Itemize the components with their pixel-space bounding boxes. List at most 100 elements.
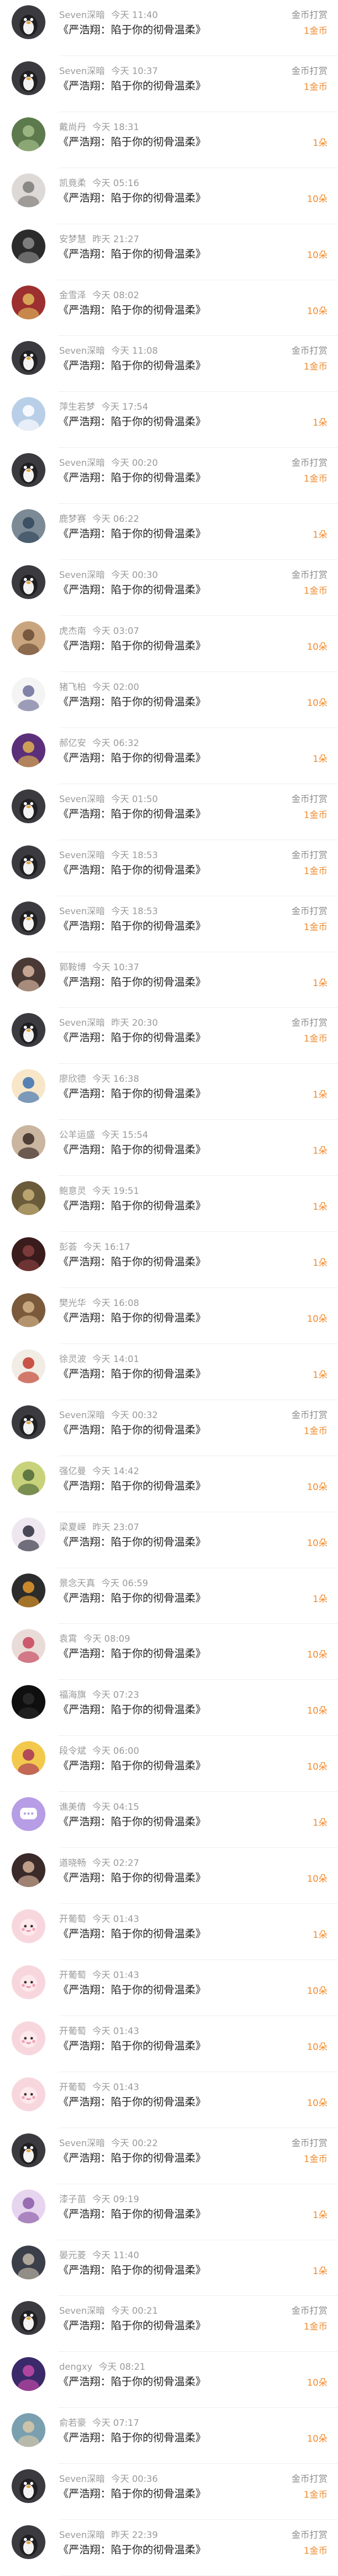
list-item[interactable]: Seven深暗 今天 11:40 《严浩翔：陷于你的彻骨温柔》 金币打赏 1金币 — [0, 0, 338, 56]
username[interactable]: 徐灵波 — [59, 1354, 86, 1365]
avatar[interactable] — [12, 1181, 45, 1216]
username[interactable]: 福海旗 — [59, 1690, 86, 1700]
avatar[interactable] — [12, 1349, 45, 1383]
username[interactable]: 公羊运盛 — [59, 1130, 95, 1140]
list-item[interactable]: 福海旗 今天 07:23 《严浩翔：陷于你的彻骨温柔》 10朵 — [0, 1680, 338, 1736]
username[interactable]: 猪飞柏 — [59, 682, 86, 693]
list-item[interactable]: 彭荟 今天 16:17 《严浩翔：陷于你的彻骨温柔》 1朵 — [0, 1232, 338, 1288]
username[interactable]: 谯美倩 — [59, 1802, 86, 1813]
username[interactable]: Seven深暗 — [59, 794, 105, 805]
avatar[interactable] — [12, 229, 45, 263]
list-item[interactable]: 鲍意灵 今天 19:51 《严浩翔：陷于你的彻骨温柔》 1朵 — [0, 1176, 338, 1232]
list-item[interactable]: Seven深暗 昨天 20:30 《严浩翔：陷于你的彻骨温柔》 金币打赏 1金币 — [0, 1008, 338, 1064]
avatar[interactable] — [12, 957, 45, 991]
list-item[interactable]: 开葡萄 今天 01:43 《严浩翔：陷于你的彻骨温柔》 10朵 — [0, 1960, 338, 2016]
avatar[interactable] — [12, 341, 45, 375]
username[interactable]: 晏元菱 — [59, 2250, 86, 2261]
username[interactable]: Seven深暗 — [59, 2306, 105, 2316]
list-item[interactable]: 廖欣德 今天 16:38 《严浩翔：陷于你的彻骨温柔》 1朵 — [0, 1064, 338, 1120]
list-item[interactable]: 安梦慧 昨天 21:27 《严浩翔：陷于你的彻骨温柔》 10朵 — [0, 224, 338, 280]
avatar[interactable] — [12, 1629, 45, 1663]
list-item[interactable]: Seven深暗 今天 01:50 《严浩翔：陷于你的彻骨温柔》 金币打赏 1金币 — [0, 784, 338, 840]
list-item[interactable]: Seven深暗 今天 00:32 《严浩翔：陷于你的彻骨温柔》 金币打赏 1金币 — [0, 1400, 338, 1456]
username[interactable]: 开葡萄 — [59, 2082, 86, 2093]
username[interactable]: 开葡萄 — [59, 2026, 86, 2037]
list-item[interactable]: 俞若豪 今天 07:17 《严浩翔：陷于你的彻骨温柔》 10朵 — [0, 2408, 338, 2464]
username[interactable]: 漆子苗 — [59, 2194, 86, 2205]
avatar[interactable] — [12, 1405, 45, 1439]
avatar[interactable] — [12, 565, 45, 600]
username[interactable]: 道晓畅 — [59, 1858, 86, 1869]
list-item[interactable]: 开葡萄 今天 01:43 《严浩翔：陷于你的彻骨温柔》 1朵 — [0, 1904, 338, 1960]
list-item[interactable]: Seven深暗 今天 00:22 《严浩翔：陷于你的彻骨温柔》 金币打赏 1金币 — [0, 2128, 338, 2184]
username[interactable]: Seven深暗 — [59, 10, 105, 21]
avatar[interactable] — [12, 1853, 45, 1888]
username[interactable]: 袁霄 — [59, 1634, 77, 1644]
list-item[interactable]: 段令斌 今天 06:00 《严浩翔：陷于你的彻骨温柔》 10朵 — [0, 1736, 338, 1792]
username[interactable]: 鹿梦赛 — [59, 514, 86, 525]
avatar[interactable] — [12, 901, 45, 935]
avatar[interactable] — [12, 1293, 45, 1327]
avatar[interactable] — [12, 397, 45, 431]
username[interactable]: 强亿曼 — [59, 1466, 86, 1477]
list-item[interactable]: 开葡萄 今天 01:43 《严浩翔：陷于你的彻骨温柔》 10朵 — [0, 2016, 338, 2072]
username[interactable]: 金雪泽 — [59, 290, 86, 301]
list-item[interactable]: 谯美倩 今天 04:15 《严浩翔：陷于你的彻骨温柔》 1朵 — [0, 1792, 338, 1848]
avatar[interactable] — [12, 621, 45, 656]
avatar[interactable] — [12, 2189, 45, 2223]
avatar[interactable] — [12, 2077, 45, 2111]
avatar[interactable] — [12, 1237, 45, 1272]
list-item[interactable]: 樊光华 今天 16:08 《严浩翔：陷于你的彻骨温柔》 10朵 — [0, 1288, 338, 1344]
avatar[interactable] — [12, 1069, 45, 1103]
username[interactable]: 虎杰南 — [59, 626, 86, 637]
username[interactable]: Seven深暗 — [59, 458, 105, 468]
username[interactable]: 彭荟 — [59, 1242, 77, 1253]
username[interactable]: 段令斌 — [59, 1746, 86, 1756]
username[interactable]: 廖欣德 — [59, 1074, 86, 1084]
avatar[interactable] — [12, 2469, 45, 2504]
list-item[interactable]: 晏元菱 今天 11:40 《严浩翔：陷于你的彻骨温柔》 1朵 — [0, 2240, 338, 2296]
username[interactable]: Seven深暗 — [59, 906, 105, 917]
avatar[interactable] — [12, 117, 45, 151]
avatar[interactable] — [12, 2413, 45, 2448]
list-item[interactable]: 公羊运盛 今天 15:54 《严浩翔：陷于你的彻骨温柔》 1朵 — [0, 1120, 338, 1176]
avatar[interactable] — [12, 1797, 45, 1832]
list-item[interactable]: 萍生若梦 今天 17:54 《严浩翔：陷于你的彻骨温柔》 1朵 — [0, 392, 338, 448]
username[interactable]: 萍生若梦 — [59, 402, 95, 412]
list-item[interactable]: 景念天真 今天 06:59 《严浩翔：陷于你的彻骨温柔》 1朵 — [0, 1568, 338, 1624]
username[interactable]: Seven深暗 — [59, 2474, 105, 2485]
username[interactable]: 梁夏嵘 — [59, 1522, 86, 1533]
list-item[interactable]: 漆子苗 今天 09:19 《严浩翔：陷于你的彻骨温柔》 1朵 — [0, 2184, 338, 2240]
list-item[interactable]: 袁霄 今天 08:09 《严浩翔：陷于你的彻骨温柔》 10朵 — [0, 1624, 338, 1680]
list-item[interactable]: 徐灵波 今天 14:01 《严浩翔：陷于你的彻骨温柔》 1朵 — [0, 1344, 338, 1400]
list-item[interactable]: 鹿梦赛 今天 06:22 《严浩翔：陷于你的彻骨温柔》 1朵 — [0, 504, 338, 560]
list-item[interactable]: 虎杰南 今天 03:07 《严浩翔：陷于你的彻骨温柔》 10朵 — [0, 616, 338, 672]
list-item[interactable]: Seven深暗 今天 00:20 《严浩翔：陷于你的彻骨温柔》 金币打赏 1金币 — [0, 448, 338, 504]
avatar[interactable] — [12, 2245, 45, 2279]
avatar[interactable] — [12, 1685, 45, 1719]
avatar[interactable] — [12, 845, 45, 879]
list-item[interactable]: 戴尚丹 今天 18:31 《严浩翔：陷于你的彻骨温柔》 1朵 — [0, 112, 338, 168]
avatar[interactable] — [12, 285, 45, 319]
username[interactable]: Seven深暗 — [59, 2530, 105, 2541]
username[interactable]: Seven深暗 — [59, 346, 105, 356]
avatar[interactable] — [12, 789, 45, 823]
avatar[interactable] — [12, 173, 45, 207]
username[interactable]: Seven深暗 — [59, 66, 105, 77]
username[interactable]: 俞若豪 — [59, 2418, 86, 2428]
avatar[interactable] — [12, 1461, 45, 1495]
list-item[interactable]: Seven深暗 今天 18:53 《严浩翔：陷于你的彻骨温柔》 金币打赏 1金币 — [0, 896, 338, 952]
avatar[interactable] — [12, 5, 45, 39]
list-item[interactable]: Seven深暗 今天 00:21 《严浩翔：陷于你的彻骨温柔》 金币打赏 1金币 — [0, 2296, 338, 2352]
username[interactable]: 开葡萄 — [59, 1970, 86, 1981]
avatar[interactable] — [12, 1965, 45, 1999]
username[interactable]: 戴尚丹 — [59, 122, 86, 133]
list-item[interactable]: 猪飞柏 今天 02:00 《严浩翔：陷于你的彻骨温柔》 10朵 — [0, 672, 338, 728]
list-item[interactable]: Seven深暗 今天 00:30 《严浩翔：陷于你的彻骨温柔》 金币打赏 1金币 — [0, 560, 338, 617]
username[interactable]: 郝亿安 — [59, 738, 86, 749]
avatar[interactable] — [12, 2301, 45, 2335]
username[interactable]: Seven深暗 — [59, 1410, 105, 1421]
username[interactable]: dengxy — [59, 2362, 92, 2372]
username[interactable]: 鲍意灵 — [59, 1186, 86, 1197]
username[interactable]: 安梦慧 — [59, 234, 86, 245]
